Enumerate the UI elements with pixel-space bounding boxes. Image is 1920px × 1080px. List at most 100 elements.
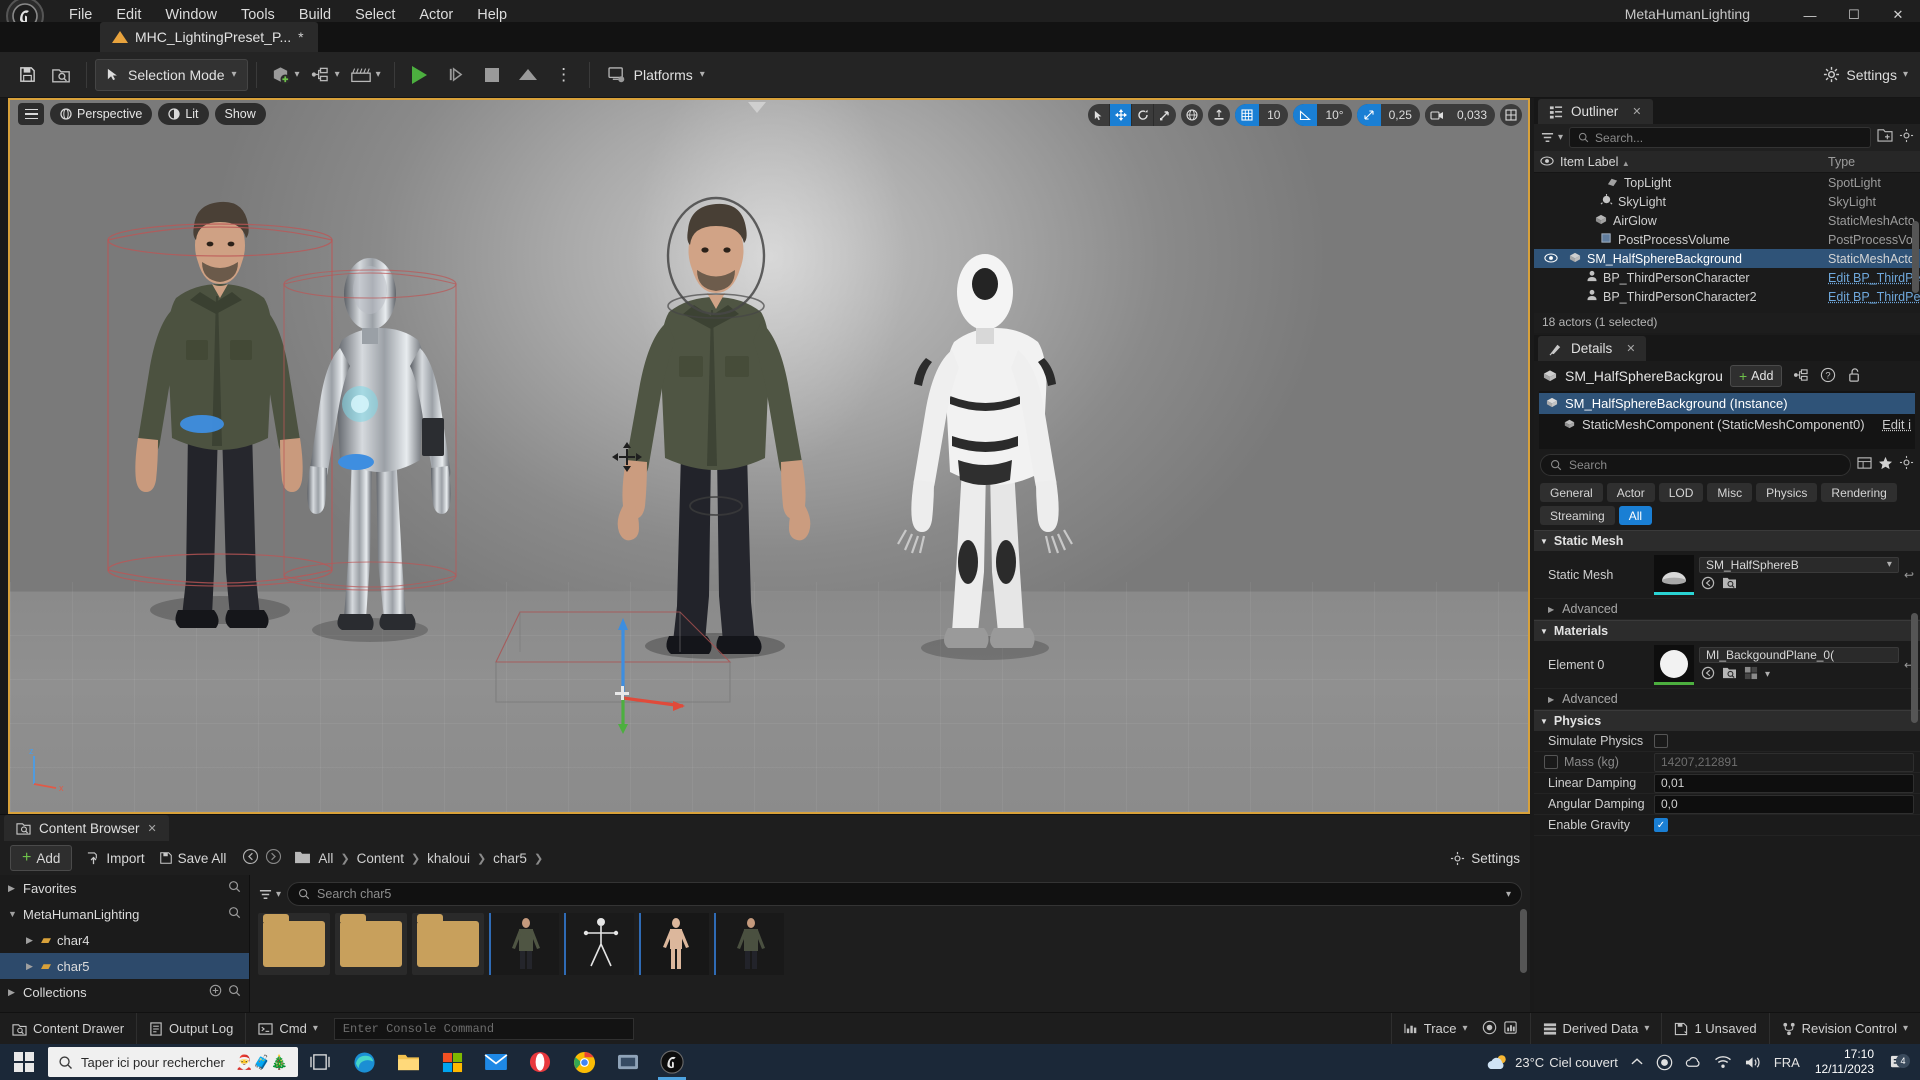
level-viewport[interactable]: Perspective Lit Show xyxy=(8,98,1530,814)
selection-mode-button[interactable]: Selection Mode ▾ xyxy=(95,59,248,91)
output-log-button[interactable]: Output Log xyxy=(137,1013,246,1045)
outliner-tab[interactable]: Outliner ✕ xyxy=(1538,99,1653,124)
filter-icon[interactable]: ▾ xyxy=(258,888,281,901)
breadcrumb-content[interactable]: Content xyxy=(357,851,404,866)
viewport-lit-button[interactable]: Lit xyxy=(158,103,208,125)
trace-stats-icon[interactable] xyxy=(1503,1020,1518,1038)
language-indicator[interactable]: FRA xyxy=(1769,1055,1805,1070)
content-add-button[interactable]: + Add xyxy=(10,845,72,871)
task-view-icon[interactable] xyxy=(298,1044,342,1080)
onedrive-icon[interactable] xyxy=(1680,1055,1707,1070)
unsaved-button[interactable]: 1 Unsaved xyxy=(1662,1013,1769,1045)
prop-row-advanced-mesh[interactable]: ▶ Advanced xyxy=(1534,599,1920,620)
tree-item-favorites[interactable]: ▶ Favorites xyxy=(0,875,249,901)
asset-scrollbar[interactable] xyxy=(1520,909,1527,973)
outliner-row-airglow[interactable]: AirGlow StaticMeshActo xyxy=(1534,211,1920,230)
component-graph-icon[interactable] xyxy=(1793,368,1809,385)
mass-override-checkbox[interactable] xyxy=(1544,755,1558,769)
filter-chip-general[interactable]: General xyxy=(1540,483,1603,502)
document-tab-lighting-preset[interactable]: MHC_LightingPreset_P... * xyxy=(100,22,318,52)
outliner-type-bp1[interactable]: Edit BP_ThirdPe xyxy=(1828,271,1920,285)
chevron-down-icon-material[interactable]: ▾ xyxy=(1765,669,1770,680)
filter-chip-physics[interactable]: Physics xyxy=(1756,483,1817,502)
scale-gizmo-button[interactable] xyxy=(1154,104,1176,126)
filter-chip-actor[interactable]: Actor xyxy=(1607,483,1655,502)
viewport-perspective-button[interactable]: Perspective xyxy=(50,103,152,125)
outliner-row-postprocessvolume[interactable]: PostProcessVolume PostProcessVo xyxy=(1534,230,1920,249)
mail-icon[interactable] xyxy=(474,1044,518,1080)
taskbar-search-input[interactable]: Taper ici pour rechercher 🎅🧳🎄 xyxy=(48,1047,298,1077)
filter-chip-streaming[interactable]: Streaming xyxy=(1540,506,1615,525)
content-browser-close-icon[interactable]: ✕ xyxy=(148,822,157,835)
outliner-row-bp-thirdpersoncharacter[interactable]: BP_ThirdPersonCharacter Edit BP_ThirdPe xyxy=(1534,268,1920,287)
blueprints-button[interactable]: ▾ xyxy=(305,58,345,92)
transform-gizmo-move[interactable] xyxy=(575,606,685,736)
content-back-icon[interactable] xyxy=(242,848,259,868)
content-save-all-button[interactable]: Save All xyxy=(159,851,227,866)
asset-character-clothed-2[interactable] xyxy=(714,913,784,975)
lock-icon[interactable] xyxy=(1847,367,1862,386)
section-materials[interactable]: ▼ Materials xyxy=(1534,620,1920,641)
volume-icon[interactable] xyxy=(1739,1055,1767,1070)
chevron-down-icon-search[interactable]: ▾ xyxy=(1506,889,1511,900)
outliner-row-bp-thirdpersoncharacter2[interactable]: BP_ThirdPersonCharacter2 Edit BP_ThirdPe xyxy=(1534,287,1920,306)
add-actor-button[interactable]: ▾ xyxy=(265,58,305,92)
play-more-button[interactable]: ⋮ xyxy=(547,58,581,92)
outliner-settings-icon[interactable] xyxy=(1899,128,1914,148)
unreal-taskbar-icon[interactable] xyxy=(650,1044,694,1080)
component-row-staticmeshcomponent[interactable]: StaticMeshComponent (StaticMeshComponent… xyxy=(1539,414,1915,435)
character-metallic-mannequin[interactable] xyxy=(260,232,480,662)
opera-icon[interactable] xyxy=(518,1044,562,1080)
filter-chip-lod[interactable]: LOD xyxy=(1659,483,1704,502)
breadcrumb-char5[interactable]: char5 xyxy=(493,851,527,866)
filter-chip-rendering[interactable]: Rendering xyxy=(1821,483,1896,502)
material-thumbnail[interactable] xyxy=(1654,645,1694,685)
world-coordinate-icon[interactable] xyxy=(1181,104,1203,126)
material-options-icon[interactable] xyxy=(1744,666,1758,683)
grid-snap-control[interactable]: 10 xyxy=(1235,104,1288,126)
wifi-icon[interactable] xyxy=(1709,1055,1737,1069)
outliner-close-icon[interactable]: ✕ xyxy=(1632,105,1641,118)
outliner-scrollbar[interactable] xyxy=(1912,221,1919,293)
viewport-menu-icon[interactable] xyxy=(18,103,44,125)
outliner-col-item-label[interactable]: Item Label ▲ xyxy=(1560,155,1828,169)
breadcrumb-khaloui[interactable]: khaloui xyxy=(427,851,470,866)
notifications-button[interactable]: 4 xyxy=(1884,1054,1914,1071)
outliner-filter-icon[interactable]: ▾ xyxy=(1540,131,1563,144)
enable-gravity-checkbox[interactable]: ✓ xyxy=(1654,818,1668,832)
recording-icon[interactable] xyxy=(1651,1054,1678,1071)
derived-data-button[interactable]: Derived Data ▾ xyxy=(1531,1013,1663,1045)
start-button[interactable] xyxy=(0,1044,48,1080)
reset-to-default-icon-mesh[interactable]: ↩ xyxy=(1904,568,1914,582)
content-drawer-button[interactable]: Content Drawer xyxy=(0,1013,137,1045)
static-mesh-thumbnail[interactable] xyxy=(1654,555,1694,595)
rotate-gizmo-button[interactable] xyxy=(1132,104,1154,126)
select-arrow-gizmo-button[interactable] xyxy=(1088,104,1110,126)
tree-item-metahumanlighting[interactable]: ▼ MetaHumanLighting xyxy=(0,901,249,927)
linear-damping-input[interactable]: 0,01 xyxy=(1654,774,1914,793)
character-white-robot[interactable] xyxy=(840,232,1130,682)
show-hidden-icons-button[interactable] xyxy=(1625,1056,1649,1068)
toolbar-settings-button[interactable]: Settings ▾ xyxy=(1823,66,1908,83)
asset-folder-1[interactable] xyxy=(258,913,330,975)
section-physics[interactable]: ▼ Physics xyxy=(1534,710,1920,731)
outliner-search-input[interactable]: Search... xyxy=(1569,127,1871,148)
chrome-icon[interactable] xyxy=(562,1044,606,1080)
component-row-instance[interactable]: SM_HalfSphereBackground (Instance) xyxy=(1539,393,1915,414)
prop-row-advanced-materials[interactable]: ▶ Advanced xyxy=(1534,689,1920,710)
edge-icon[interactable] xyxy=(342,1044,386,1080)
details-add-button[interactable]: + Add xyxy=(1730,365,1782,387)
asset-folder-3[interactable] xyxy=(412,913,484,975)
viewport-layout-icon[interactable] xyxy=(1500,104,1522,126)
find-in-browser-icon[interactable] xyxy=(1722,576,1737,593)
details-close-icon[interactable]: ✕ xyxy=(1626,342,1635,355)
browse-to-material-icon[interactable] xyxy=(1701,666,1715,683)
filter-chip-misc[interactable]: Misc xyxy=(1707,483,1752,502)
asset-search-input[interactable]: Search char5 ▾ xyxy=(287,882,1522,906)
outliner-row-skylight[interactable]: SkyLight SkyLight xyxy=(1534,192,1920,211)
save-icon[interactable] xyxy=(10,58,44,92)
tree-item-char4[interactable]: ▶ ▰ char4 xyxy=(0,927,249,953)
browse-to-asset-icon[interactable] xyxy=(1701,576,1715,593)
browse-content-icon[interactable] xyxy=(44,58,78,92)
asset-folder-2[interactable] xyxy=(335,913,407,975)
